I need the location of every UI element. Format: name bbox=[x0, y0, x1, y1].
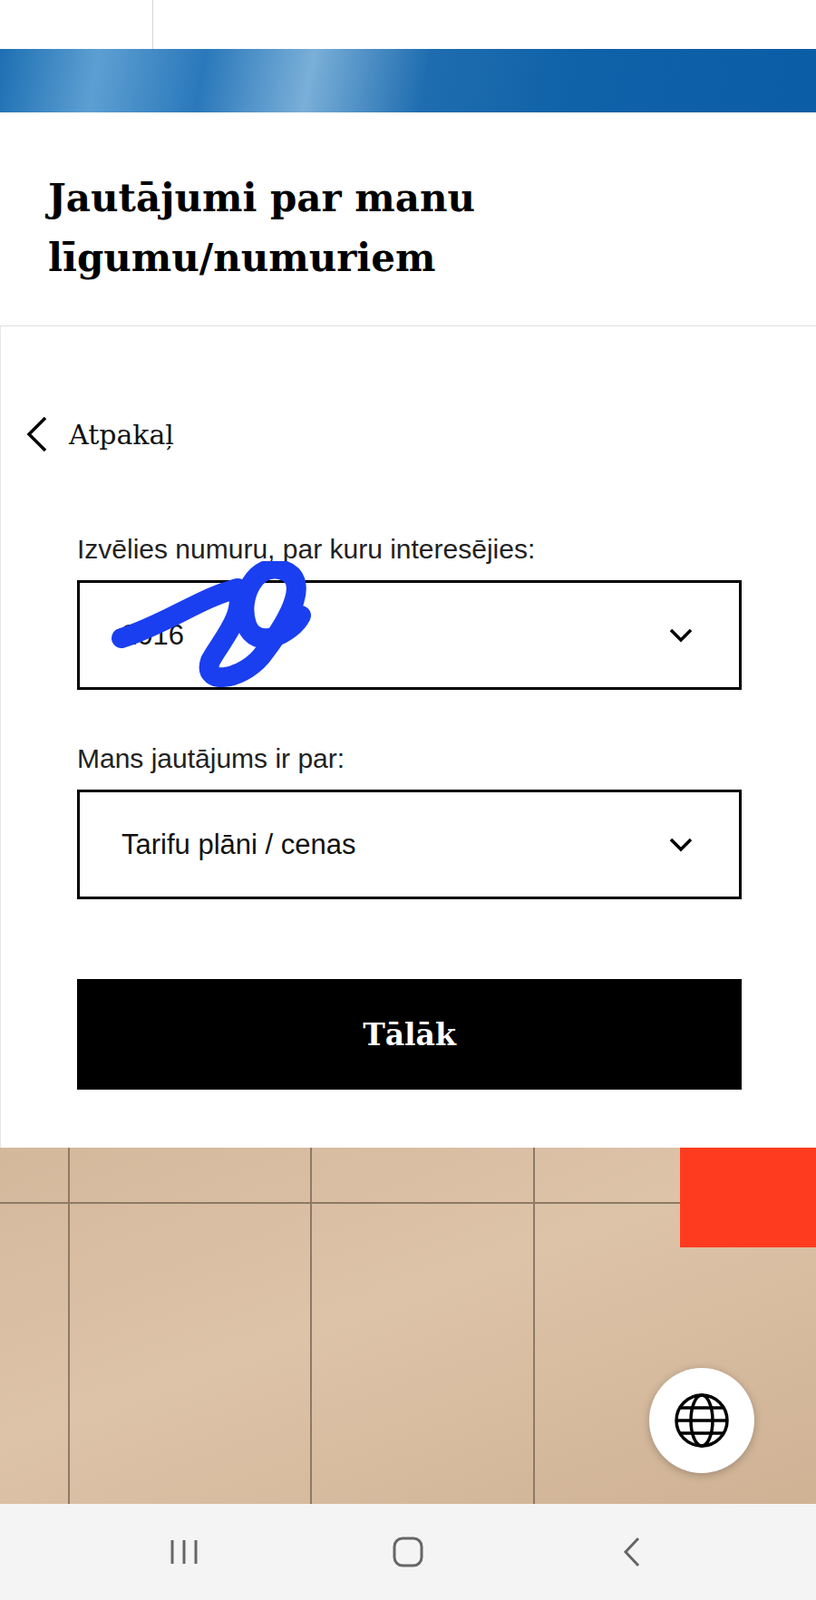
form-field: Mans jautājums ir par: Tarifu plāni / cen… bbox=[77, 740, 742, 900]
home-button[interactable] bbox=[371, 1520, 445, 1584]
back-button[interactable]: Atpakaļ bbox=[25, 411, 175, 457]
title-section: Jautājumi par manu līgumu/numuriem bbox=[0, 112, 816, 327]
banner bbox=[0, 48, 816, 113]
top-bar-cell bbox=[0, 0, 154, 49]
home-icon bbox=[391, 1535, 425, 1569]
chevron-left-icon bbox=[25, 415, 49, 454]
globe-icon bbox=[671, 1390, 732, 1451]
select-box[interactable]: Tarifu plāni / cenas bbox=[77, 789, 742, 900]
form-card: Atpakaļ Izvēlies numuru, par kuru interes… bbox=[0, 326, 816, 1148]
language-button[interactable] bbox=[649, 1368, 755, 1474]
back-label: Atpakaļ bbox=[68, 418, 175, 451]
next-button[interactable]: Tālāk bbox=[77, 979, 742, 1090]
chevron-down-icon bbox=[668, 627, 694, 644]
field-label: Mans jautājums ir par: bbox=[77, 740, 742, 778]
top-bar bbox=[0, 0, 816, 49]
back-nav-button[interactable] bbox=[595, 1520, 669, 1584]
photo bbox=[0, 1147, 816, 1505]
back-arrow-icon bbox=[621, 1535, 642, 1569]
select-box[interactable]: 2016 bbox=[77, 580, 742, 690]
page: Jautājumi par manu līgumu/numuriem Atpaka… bbox=[0, 0, 816, 1600]
recent-apps-button[interactable] bbox=[147, 1520, 221, 1584]
chevron-down-icon bbox=[668, 836, 694, 854]
field-label: Izvēlies numuru, par kuru interesējies: bbox=[77, 531, 742, 568]
select-value: 2016 bbox=[121, 619, 185, 652]
form-field: Izvēlies numuru, par kuru interesējies: 2… bbox=[77, 531, 742, 690]
system-nav-bar bbox=[0, 1504, 816, 1600]
recent-apps-icon bbox=[168, 1538, 200, 1566]
select-value: Tarifu plāni / cenas bbox=[121, 828, 356, 862]
photo-figure bbox=[680, 1147, 816, 1248]
page-title: Jautājumi par manu līgumu/numuriem bbox=[48, 168, 556, 289]
redaction-scribble-icon bbox=[110, 561, 329, 698]
